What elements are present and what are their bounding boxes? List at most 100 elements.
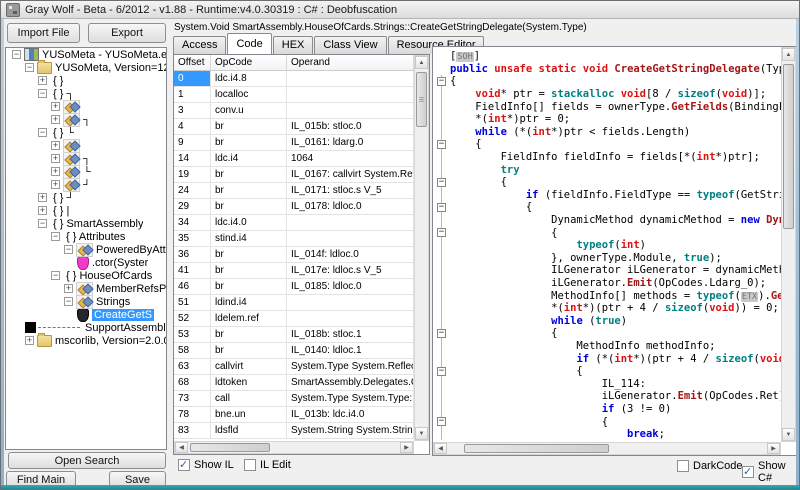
fold-collapse-icon[interactable]: − bbox=[437, 367, 446, 376]
fold-gutter[interactable] bbox=[433, 100, 450, 113]
tree-item[interactable]: −Strings bbox=[6, 295, 166, 308]
tree-expander-icon[interactable]: + bbox=[38, 206, 47, 215]
il-table-vscrollbar[interactable]: ▲ ☰ ▼ bbox=[414, 55, 429, 441]
tree-expander-icon[interactable]: + bbox=[25, 336, 34, 345]
import-file-button[interactable]: Import File bbox=[7, 23, 80, 43]
fold-gutter[interactable]: − bbox=[433, 365, 450, 378]
show-il-checkbox[interactable]: Show IL bbox=[178, 459, 234, 471]
fold-collapse-icon[interactable]: − bbox=[437, 140, 446, 149]
tree-item[interactable]: +{ } ┘ bbox=[6, 191, 166, 204]
table-row[interactable]: 4brIL_015b: stloc.0 bbox=[174, 119, 414, 135]
code-scroll-down-arrow[interactable]: ▼ bbox=[782, 428, 795, 441]
tree-item[interactable]: −{ } Attributes bbox=[6, 230, 166, 243]
tree-item[interactable]: + bbox=[6, 100, 166, 113]
table-row[interactable]: 52ldelem.ref bbox=[174, 311, 414, 327]
tree-expander-icon[interactable]: + bbox=[64, 284, 73, 293]
tree-item[interactable]: +{ } bbox=[6, 74, 166, 87]
tree-expander-icon[interactable]: + bbox=[38, 76, 47, 85]
fold-gutter[interactable] bbox=[433, 277, 450, 290]
fold-gutter[interactable] bbox=[433, 390, 450, 403]
fold-gutter[interactable]: − bbox=[433, 138, 450, 151]
open-search-button[interactable]: Open Search bbox=[8, 452, 166, 469]
code-vscroll-thumb[interactable] bbox=[783, 64, 794, 229]
fold-gutter[interactable] bbox=[433, 239, 450, 252]
tree-item[interactable]: +┐ bbox=[6, 113, 166, 126]
fold-gutter[interactable] bbox=[433, 289, 450, 302]
column-header[interactable]: Operand bbox=[287, 55, 414, 70]
column-header[interactable]: Offset bbox=[174, 55, 211, 70]
tree-expander-icon[interactable]: + bbox=[51, 167, 60, 176]
table-row[interactable]: 73callSystem.Type System.Type::GetTy bbox=[174, 391, 414, 407]
tab-access[interactable]: Access bbox=[173, 36, 226, 54]
il-table-hscroll-thumb[interactable] bbox=[190, 443, 270, 452]
code-vscrollbar[interactable]: ▲ ▼ bbox=[781, 47, 796, 442]
table-row[interactable]: 9brIL_0161: ldarg.0 bbox=[174, 135, 414, 151]
tree-item[interactable]: +┘ bbox=[6, 178, 166, 191]
table-row[interactable]: 14ldc.i41064 bbox=[174, 151, 414, 167]
fold-collapse-icon[interactable]: − bbox=[437, 228, 446, 237]
tree-item[interactable]: −{ } ┐ bbox=[6, 87, 166, 100]
fold-gutter[interactable] bbox=[433, 302, 450, 315]
tree-item[interactable]: −{ } HouseOfCards bbox=[6, 269, 166, 282]
fold-gutter[interactable]: − bbox=[433, 226, 450, 239]
fold-gutter[interactable] bbox=[433, 189, 450, 202]
fold-gutter[interactable] bbox=[433, 113, 450, 126]
il-table-scroll-left-arrow[interactable]: ◀ bbox=[175, 442, 188, 453]
fold-gutter[interactable] bbox=[433, 352, 450, 365]
tree-expander-icon[interactable]: − bbox=[25, 63, 34, 72]
table-row[interactable]: 19brIL_0167: callvirt System.Reflection. bbox=[174, 167, 414, 183]
table-row[interactable]: 46brIL_0185: ldloc.0 bbox=[174, 279, 414, 295]
tree-item[interactable]: −{ } └ bbox=[6, 126, 166, 139]
code-editor[interactable]: [SOH]public unsafe static void CreateGet… bbox=[433, 47, 781, 442]
fold-collapse-icon[interactable]: − bbox=[437, 329, 446, 338]
darkcode-checkbox[interactable]: DarkCode bbox=[677, 460, 743, 472]
title-bar[interactable]: Gray Wolf - Beta - 6/2012 - v1.88 - Runt… bbox=[1, 1, 799, 19]
tree-expander-icon[interactable]: − bbox=[38, 128, 47, 137]
tree-item[interactable]: +{ } | bbox=[6, 204, 166, 217]
table-row[interactable]: 35stind.i4 bbox=[174, 231, 414, 247]
il-table-scroll-up-arrow[interactable]: ▲ bbox=[415, 56, 428, 69]
tree-item[interactable]: +MemberRefsPr bbox=[6, 282, 166, 295]
table-row[interactable]: 83ldsfldSystem.String System.String::Emp… bbox=[174, 423, 414, 439]
code-hscroll-thumb[interactable] bbox=[464, 444, 609, 453]
fold-gutter[interactable] bbox=[433, 88, 450, 101]
tree-item[interactable]: −PoweredByAttr bbox=[6, 243, 166, 256]
tree-item[interactable]: −YUSoMeta, Version=12.34. bbox=[6, 61, 166, 74]
csharp-code-panel[interactable]: [SOH]public unsafe static void CreateGet… bbox=[432, 46, 797, 456]
code-scroll-left-arrow[interactable]: ◀ bbox=[434, 443, 447, 454]
tab-hex[interactable]: HEX bbox=[273, 36, 314, 54]
tree-expander-icon[interactable]: − bbox=[12, 50, 21, 59]
table-row[interactable]: 78bne.unIL_013b: ldc.i4.0 bbox=[174, 407, 414, 423]
tree-item[interactable]: SupportAssembl bbox=[6, 321, 166, 334]
table-row[interactable]: 36brIL_014f: ldloc.0 bbox=[174, 247, 414, 263]
tree-item[interactable]: +mscorlib, Version=2.0.0.0, C bbox=[6, 334, 166, 347]
il-table-scroll-down-arrow[interactable]: ▼ bbox=[415, 427, 428, 440]
table-row[interactable]: 3conv.u bbox=[174, 103, 414, 119]
column-header[interactable]: OpCode bbox=[211, 55, 287, 70]
il-instruction-table[interactable]: OffsetOpCodeOperand0ldc.i4.81localloc3co… bbox=[173, 54, 430, 455]
assembly-tree[interactable]: −YUSoMeta - YUSoMeta.exe−YUSoMeta, Versi… bbox=[5, 47, 167, 450]
fold-gutter[interactable]: − bbox=[433, 75, 450, 88]
fold-gutter[interactable]: − bbox=[433, 415, 450, 428]
tree-expander-icon[interactable]: − bbox=[38, 89, 47, 98]
table-row[interactable]: 51ldind.i4 bbox=[174, 295, 414, 311]
table-row[interactable]: 0ldc.i4.8 bbox=[174, 71, 414, 87]
tree-item[interactable]: .ctor(Syster bbox=[6, 256, 166, 269]
tree-expander-icon[interactable]: − bbox=[38, 219, 47, 228]
tree-item[interactable]: −YUSoMeta - YUSoMeta.exe bbox=[6, 48, 166, 61]
il-table-scroll-right-arrow[interactable]: ▶ bbox=[400, 442, 413, 453]
tree-item[interactable]: −{ } SmartAssembly bbox=[6, 217, 166, 230]
fold-collapse-icon[interactable]: − bbox=[437, 77, 446, 86]
tree-expander-icon[interactable]: + bbox=[51, 102, 60, 111]
fold-gutter[interactable] bbox=[433, 50, 450, 63]
fold-gutter[interactable] bbox=[433, 264, 450, 277]
tree-expander-icon[interactable]: − bbox=[64, 245, 73, 254]
il-edit-checkbox[interactable]: IL Edit bbox=[244, 459, 291, 471]
tree-expander-icon[interactable]: + bbox=[51, 141, 60, 150]
table-row[interactable]: 24brIL_0171: stloc.s V_5 bbox=[174, 183, 414, 199]
fold-collapse-icon[interactable]: − bbox=[437, 178, 446, 187]
fold-gutter[interactable] bbox=[433, 428, 450, 441]
tree-expander-icon[interactable]: + bbox=[51, 115, 60, 124]
tree-expander-icon[interactable]: − bbox=[64, 297, 73, 306]
tree-item[interactable]: +└ bbox=[6, 165, 166, 178]
